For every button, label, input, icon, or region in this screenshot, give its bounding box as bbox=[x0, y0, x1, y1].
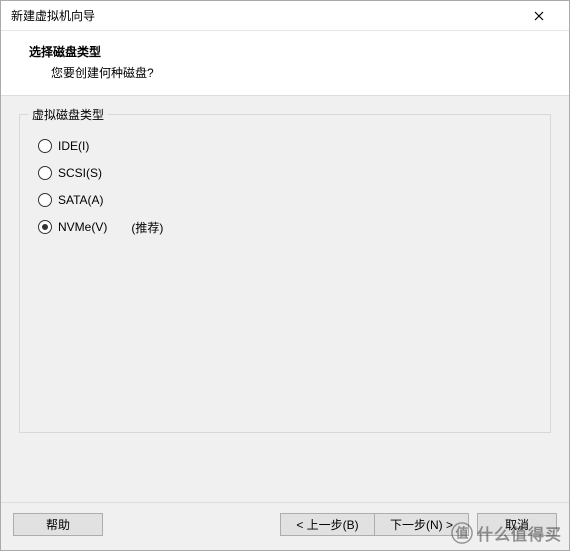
help-button[interactable]: 帮助 bbox=[13, 513, 103, 536]
content-area: 虚拟磁盘类型 IDE(I) SCSI(S) SATA(A) NVMe(V) (推… bbox=[1, 96, 569, 502]
radio-option-nvme[interactable]: NVMe(V) (推荐) bbox=[38, 217, 536, 237]
header-title: 选择磁盘类型 bbox=[29, 43, 549, 60]
radio-icon bbox=[38, 166, 52, 180]
disk-type-fieldset: 虚拟磁盘类型 IDE(I) SCSI(S) SATA(A) NVMe(V) (推… bbox=[19, 114, 551, 433]
radio-hint: (推荐) bbox=[131, 219, 163, 236]
radio-label: SATA(A) bbox=[58, 193, 104, 207]
spacer bbox=[34, 244, 536, 414]
radio-option-ide[interactable]: IDE(I) bbox=[38, 136, 536, 156]
fieldset-legend: 虚拟磁盘类型 bbox=[28, 106, 108, 123]
close-button[interactable] bbox=[519, 2, 559, 30]
close-icon bbox=[534, 11, 544, 21]
back-button[interactable]: < 上一步(B) bbox=[280, 513, 375, 536]
next-button[interactable]: 下一步(N) > bbox=[374, 513, 469, 536]
radio-icon bbox=[38, 139, 52, 153]
titlebar: 新建虚拟机向导 bbox=[1, 1, 569, 31]
radio-option-sata[interactable]: SATA(A) bbox=[38, 190, 536, 210]
cancel-button[interactable]: 取消 bbox=[477, 513, 557, 536]
radio-label: IDE(I) bbox=[58, 139, 89, 153]
header-subtitle: 您要创建何种磁盘? bbox=[51, 64, 549, 81]
radio-icon bbox=[38, 220, 52, 234]
button-bar: 帮助 < 上一步(B) 下一步(N) > 取消 bbox=[1, 502, 569, 550]
radio-option-scsi[interactable]: SCSI(S) bbox=[38, 163, 536, 183]
radio-label: NVMe(V) bbox=[58, 220, 107, 234]
wizard-header: 选择磁盘类型 您要创建何种磁盘? bbox=[1, 31, 569, 96]
radio-label: SCSI(S) bbox=[58, 166, 102, 180]
window-title: 新建虚拟机向导 bbox=[11, 7, 519, 24]
radio-icon bbox=[38, 193, 52, 207]
wizard-window: 新建虚拟机向导 选择磁盘类型 您要创建何种磁盘? 虚拟磁盘类型 IDE(I) S… bbox=[0, 0, 570, 551]
